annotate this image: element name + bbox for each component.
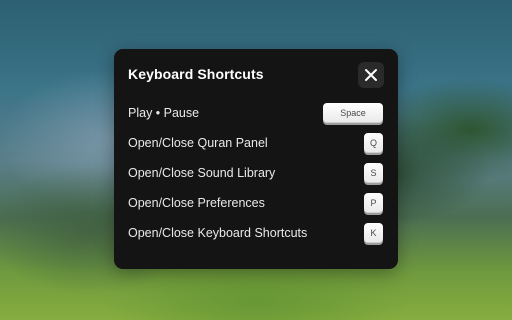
- close-button[interactable]: [358, 62, 384, 88]
- shortcut-label: Play • Pause: [128, 106, 200, 120]
- shortcut-label: Open/Close Quran Panel: [128, 136, 268, 150]
- key-q: Q: [364, 133, 383, 153]
- key-space: Space: [323, 103, 383, 123]
- shortcut-label: Open/Close Keyboard Shortcuts: [128, 226, 308, 240]
- shortcut-row-keyboard-shortcuts: Open/Close Keyboard Shortcuts K: [128, 222, 384, 244]
- shortcut-row-play-pause: Play • Pause Space: [128, 102, 384, 124]
- shortcut-label: Open/Close Sound Library: [128, 166, 276, 180]
- key-s: S: [364, 163, 383, 183]
- keyboard-shortcuts-dialog: Keyboard Shortcuts Play • Pause Space Op…: [114, 49, 398, 269]
- dialog-title: Keyboard Shortcuts: [128, 66, 264, 82]
- close-icon: [365, 69, 377, 81]
- shortcut-row-preferences: Open/Close Preferences P: [128, 192, 384, 214]
- key-p: P: [364, 193, 383, 213]
- key-k: K: [364, 223, 383, 243]
- shortcut-row-quran-panel: Open/Close Quran Panel Q: [128, 132, 384, 154]
- shortcut-row-sound-library: Open/Close Sound Library S: [128, 162, 384, 184]
- shortcut-label: Open/Close Preferences: [128, 196, 265, 210]
